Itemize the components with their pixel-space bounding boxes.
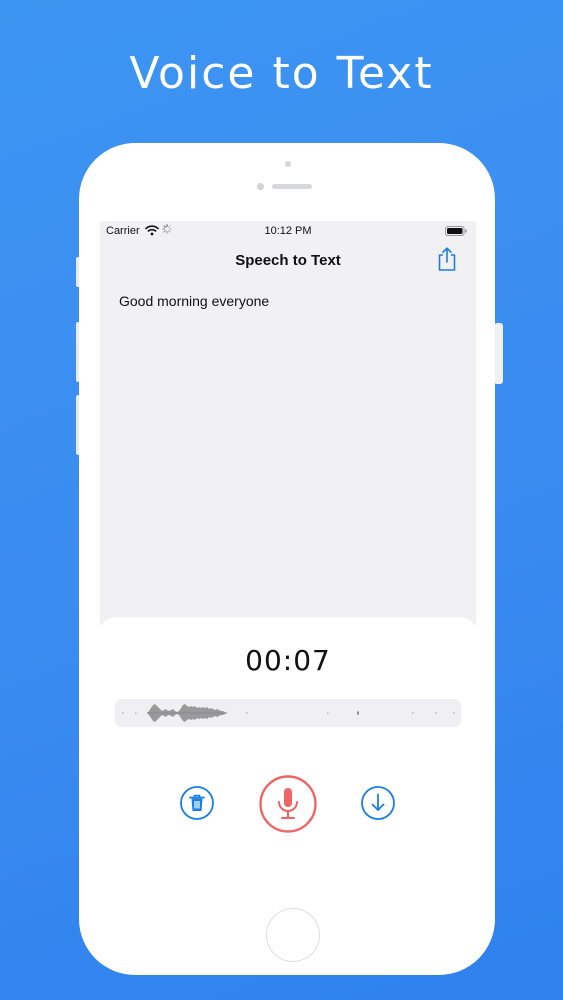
proximity-sensor [257,183,264,190]
earpiece-speaker [272,184,312,189]
transcript-text[interactable]: Good morning everyone [119,293,269,309]
trash-icon[interactable] [180,786,214,820]
status-bar: Carrier 10:12 PM [100,221,476,241]
power-button [494,323,503,384]
nav-title: Speech to Text [235,252,341,269]
app-screen: Carrier 10:12 PM Speech to Text Good mor… [100,221,476,625]
recorder-controls [100,769,476,833]
recorder-panel: 00:07 [100,617,476,833]
recording-timer: 00:07 [245,644,331,677]
share-icon[interactable] [435,246,459,272]
audio-waveform [115,699,461,727]
front-camera [285,161,291,167]
microphone-icon[interactable] [259,775,317,833]
status-time: 10:12 PM [264,225,312,237]
battery-icon [445,226,467,236]
promo-title: Voice to Text [129,48,434,99]
download-icon[interactable] [361,786,395,820]
home-button[interactable] [266,908,320,962]
